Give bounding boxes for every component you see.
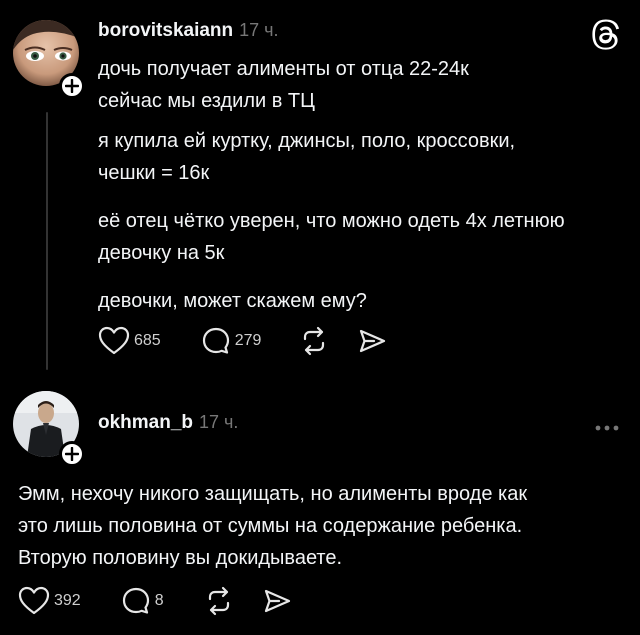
like-button[interactable]: 685: [98, 326, 161, 356]
like-count: 685: [134, 332, 161, 349]
reply-text-line: Вторую половину вы докидываете.: [18, 547, 343, 569]
post-time: 17 ч.: [239, 20, 279, 40]
post-text-line: дочь получает алименты от отца 22-24к: [98, 58, 469, 80]
thread-line: [46, 112, 48, 370]
post-text-line: сейчас мы ездили в ТЦ: [98, 90, 315, 112]
send-icon: [360, 329, 386, 353]
comment-icon: [122, 587, 149, 614]
post-body: дочь получает алименты от отца 22-24к се…: [98, 53, 565, 317]
reply-text-line: это лишь половина от суммы на содержание…: [18, 515, 523, 537]
repost-icon: [208, 586, 229, 616]
reply-count: 279: [234, 332, 262, 349]
post-text-line: её отец чётко уверен, что можно одеть 4х…: [98, 210, 565, 232]
reply-text-line: Эмм, нехочу никого защищать, но алименты…: [18, 483, 528, 505]
post-username[interactable]: borovitskaiann: [98, 20, 233, 42]
like-count: 392: [54, 592, 81, 609]
repost-button[interactable]: [204, 586, 234, 616]
share-button[interactable]: [357, 326, 387, 356]
reply-count: 8: [154, 592, 164, 609]
heart-icon: [98, 326, 130, 355]
post-text-line: девочки, может скажем ему?: [98, 290, 367, 312]
follow-button[interactable]: [59, 441, 85, 467]
reply-username[interactable]: okhman_b: [98, 412, 193, 434]
heart-icon: [18, 586, 50, 615]
follow-button[interactable]: [59, 73, 85, 99]
reply-header: okhman_b 17 ч.: [98, 412, 238, 434]
plus-icon: [65, 79, 79, 93]
reply-time: 17 ч.: [199, 412, 239, 432]
like-button[interactable]: 392: [18, 586, 81, 616]
reply-button[interactable]: 279: [201, 326, 262, 356]
reply-body: Эмм, нехочу никого защищать, но алименты…: [18, 478, 527, 574]
post-actions: 685 279: [98, 326, 387, 356]
post-text-line: чешки = 16к: [98, 162, 210, 184]
more-dots-icon: [595, 425, 619, 431]
send-icon: [264, 589, 290, 613]
plus-icon: [65, 447, 79, 461]
post-header: borovitskaiann 17 ч.: [98, 20, 279, 42]
threads-logo-icon[interactable]: [591, 19, 623, 51]
post-text-line: я купила ей куртку, джинсы, поло, кроссо…: [98, 130, 516, 152]
comment-icon: [202, 327, 229, 354]
share-button[interactable]: [262, 586, 292, 616]
reply-actions: 392 8: [18, 586, 292, 616]
repost-icon: [304, 326, 325, 356]
repost-button[interactable]: [299, 326, 329, 356]
more-options-button[interactable]: [594, 420, 620, 431]
reply-button[interactable]: 8: [121, 586, 164, 616]
post-text-line: девочку на 5к: [98, 242, 225, 264]
